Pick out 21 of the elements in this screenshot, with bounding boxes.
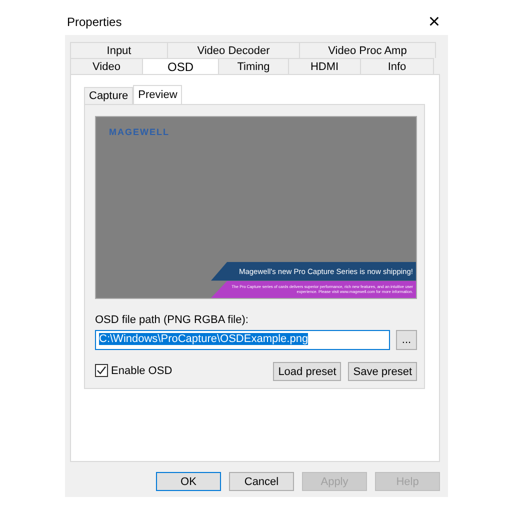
window-title: Properties [66, 14, 122, 28]
tab[interactable]: Video [70, 58, 143, 74]
tab[interactable]: Video Proc Amp [299, 42, 436, 58]
dialog-button[interactable]: OK [156, 472, 221, 491]
path-field[interactable]: C:\Windows\ProCapture\OSDExample.png [95, 330, 390, 350]
tab[interactable]: Timing [218, 58, 289, 74]
tab[interactable]: Preview [133, 85, 182, 104]
field-label: OSD file path (PNG RGBA file): [95, 314, 250, 326]
checkbox[interactable] [95, 364, 108, 377]
browse-button[interactable]: ... [396, 330, 417, 350]
preset-button[interactable]: Load preset [273, 362, 342, 381]
tab[interactable]: Input [70, 42, 168, 58]
check-icon [96, 365, 107, 376]
checkbox-label: Enable OSD [111, 364, 172, 376]
tab[interactable]: OSD [142, 58, 219, 74]
dialog-button[interactable]: Cancel [229, 472, 294, 491]
close-button[interactable]: × [420, 12, 448, 32]
preset-button[interactable]: Save preset [348, 362, 417, 381]
tab[interactable]: Capture [84, 87, 134, 104]
logo: MAGEWELL [109, 127, 170, 137]
tab[interactable]: Info [360, 58, 434, 74]
